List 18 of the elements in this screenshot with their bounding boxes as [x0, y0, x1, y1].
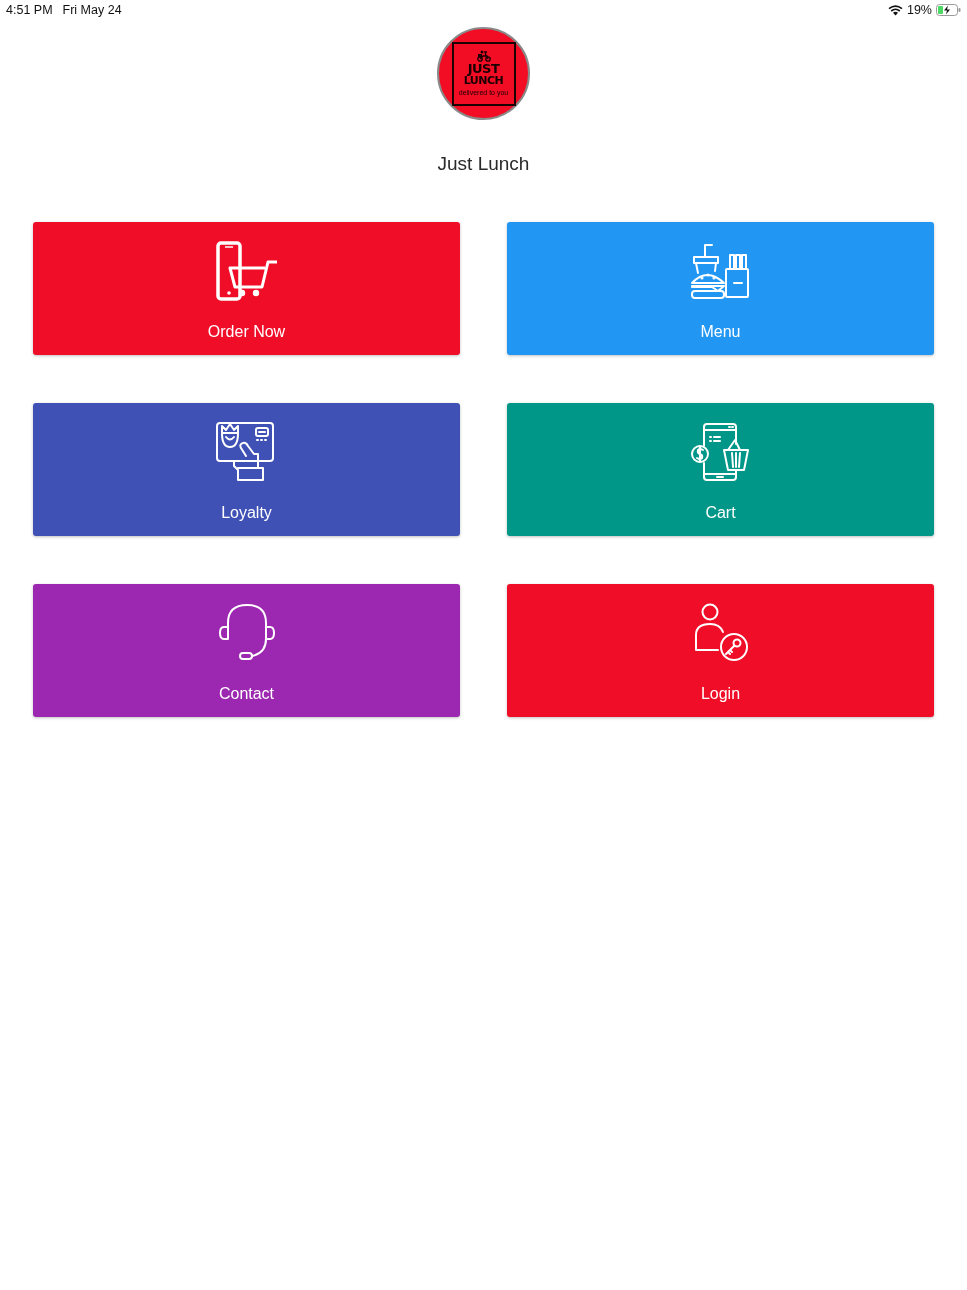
nav-tile[interactable]: Order Now	[33, 222, 460, 355]
tablet-basket-icon	[689, 422, 752, 482]
nav-tile[interactable]: Contact	[33, 584, 460, 717]
status-time: 4:51 PM	[6, 3, 53, 17]
fast-food-icon	[689, 241, 752, 301]
nav-tile[interactable]: Menu	[507, 222, 934, 355]
app-title: Just Lunch	[437, 152, 530, 176]
nav-tile[interactable]: Cart	[507, 403, 934, 536]
logo-word: LUNCH	[463, 75, 504, 87]
battery-percent: 19%	[906, 3, 932, 17]
nav-tile[interactable]: Loyalty	[33, 403, 460, 536]
battery-charging-icon	[936, 4, 961, 16]
nav-tile[interactable]: Login	[507, 584, 934, 717]
phone-cart-icon	[215, 241, 278, 301]
wifi-icon	[887, 4, 903, 16]
logo-word: JUST	[467, 62, 500, 75]
scooter-icon	[476, 50, 491, 62]
status-date: Fri May 24	[62, 3, 122, 17]
